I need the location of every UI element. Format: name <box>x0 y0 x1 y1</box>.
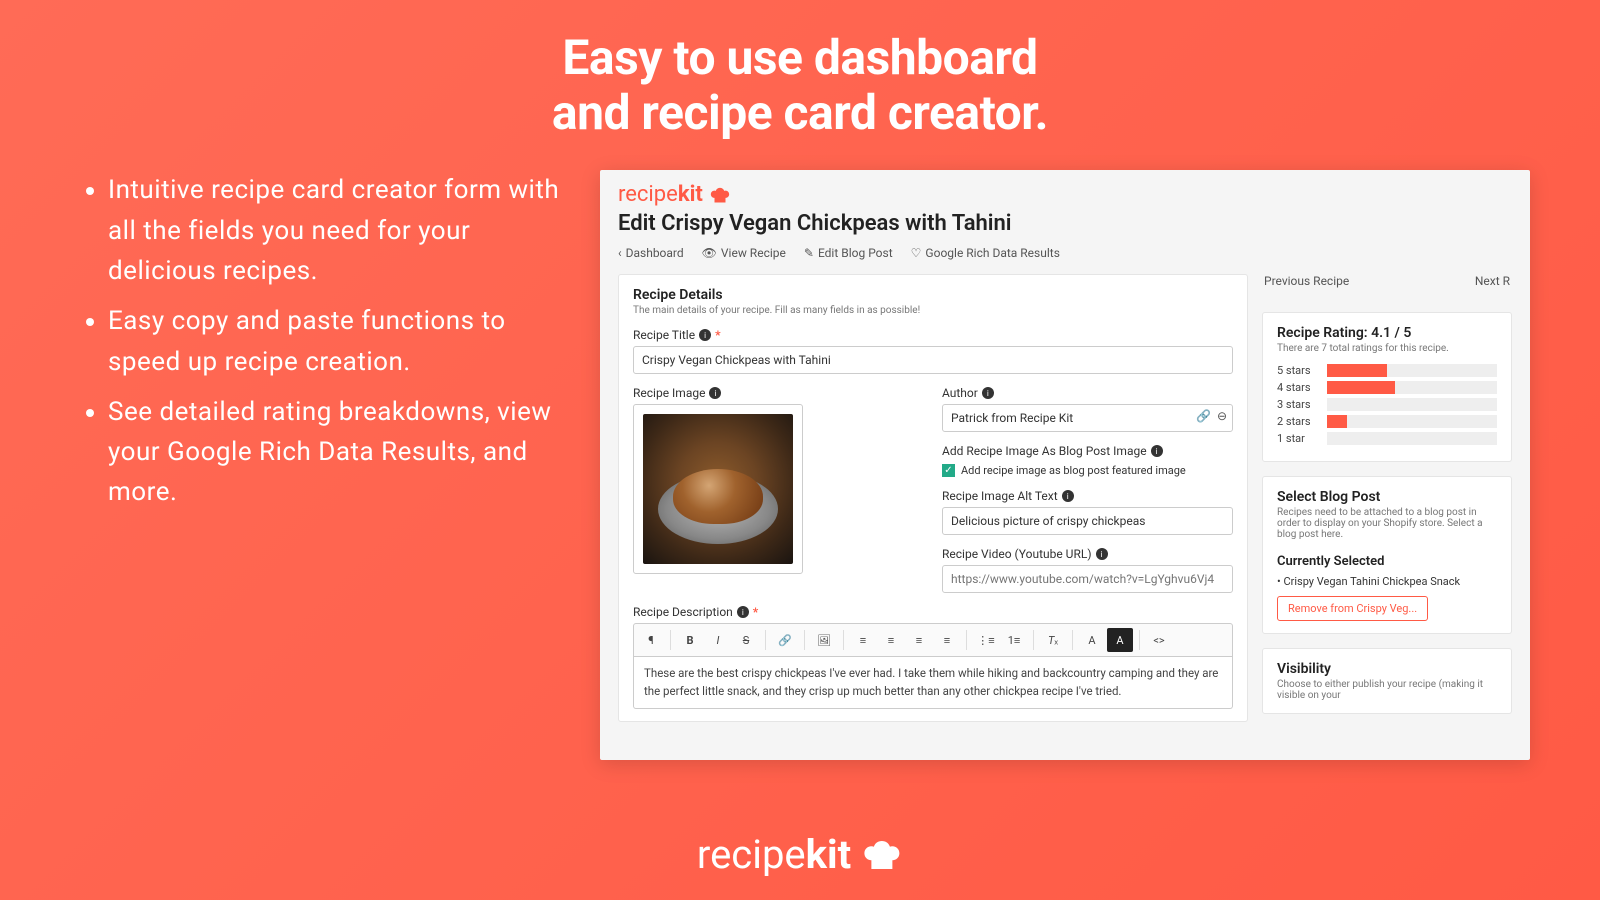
remove-blog-button[interactable]: Remove from Crispy Veg... <box>1277 596 1428 621</box>
info-icon[interactable]: i <box>1062 490 1074 502</box>
rte-bold[interactable]: B <box>677 628 703 652</box>
previous-recipe-link[interactable]: Previous Recipe <box>1264 274 1349 288</box>
rte-align-right[interactable]: ≡ <box>906 628 932 652</box>
recipe-title-input[interactable] <box>633 346 1233 374</box>
google-rich-link[interactable]: ♡Google Rich Data Results <box>911 246 1060 260</box>
rte-align-center[interactable]: ≡ <box>878 628 904 652</box>
info-icon[interactable]: i <box>982 387 994 399</box>
shield-icon: ♡ <box>911 246 922 260</box>
chef-hat-icon <box>861 837 903 873</box>
rating-panel: Recipe Rating: 4.1 / 5 There are 7 total… <box>1262 312 1512 462</box>
remove-icon[interactable]: ⊖ <box>1217 409 1227 423</box>
footer-logo: recipekit <box>697 831 903 878</box>
bullet-item: See detailed rating breakdowns, view you… <box>108 392 560 513</box>
info-icon[interactable]: i <box>737 606 749 618</box>
app-screenshot: recipekit Edit Crispy Vegan Chickpeas wi… <box>600 170 1530 760</box>
rating-row: 4 stars <box>1277 381 1497 394</box>
app-logo: recipekit <box>618 182 1512 207</box>
rating-row: 1 star <box>1277 432 1497 445</box>
video-url-input[interactable] <box>942 565 1233 593</box>
alt-text-input[interactable] <box>942 507 1233 535</box>
edit-blog-link[interactable]: ✎Edit Blog Post <box>804 246 893 260</box>
panel-heading: Recipe Details <box>633 287 1233 303</box>
next-recipe-link[interactable]: Next R <box>1475 274 1510 288</box>
chevron-left-icon: ‹ <box>618 246 622 260</box>
info-icon[interactable]: i <box>709 387 721 399</box>
panel-subtext: The main details of your recipe. Fill as… <box>633 305 1233 316</box>
rte-list-ul[interactable]: ⋮≡ <box>973 628 999 652</box>
bullet-item: Intuitive recipe card creator form with … <box>108 170 560 291</box>
rating-row: 3 stars <box>1277 398 1497 411</box>
food-image <box>643 414 793 564</box>
rte-list-ol[interactable]: 1≡ <box>1001 628 1027 652</box>
rte-strike[interactable]: S <box>733 628 759 652</box>
blog-panel: Select Blog Post Recipes need to be atta… <box>1262 476 1512 634</box>
rte-code[interactable]: <> <box>1146 628 1172 652</box>
eye-icon: 👁 <box>702 246 717 260</box>
visibility-panel: Visibility Choose to either publish your… <box>1262 648 1512 714</box>
rating-row: 5 stars <box>1277 364 1497 377</box>
bullet-item: Easy copy and paste functions to speed u… <box>108 301 560 382</box>
info-icon[interactable]: i <box>699 329 711 341</box>
hero-title: Easy to use dashboard and recipe card cr… <box>0 0 1600 140</box>
rte-image[interactable]: 🖼 <box>811 628 837 652</box>
description-editor[interactable]: These are the best crispy chickpeas I've… <box>633 657 1233 709</box>
rte-toolbar: ¶ B I S 🔗 🖼 ≡ ≡ <box>633 623 1233 657</box>
rte-align-justify[interactable]: ≡ <box>934 628 960 652</box>
rating-row: 2 stars <box>1277 415 1497 428</box>
view-recipe-link[interactable]: 👁View Recipe <box>702 246 786 260</box>
info-icon[interactable]: i <box>1151 445 1163 457</box>
chef-hat-icon <box>709 185 731 205</box>
feature-bullets: Intuitive recipe card creator form with … <box>80 170 560 760</box>
info-icon[interactable]: i <box>1096 548 1108 560</box>
pencil-icon: ✎ <box>804 246 814 260</box>
rte-clear[interactable]: Tₓ <box>1040 628 1066 652</box>
rte-italic[interactable]: I <box>705 628 731 652</box>
rte-align-left[interactable]: ≡ <box>850 628 876 652</box>
rte-color[interactable]: A <box>1107 628 1133 652</box>
recipe-image-preview[interactable] <box>633 404 803 574</box>
selected-blog-item: Crispy Vegan Tahini Chickpea Snack <box>1277 575 1497 588</box>
author-input[interactable] <box>942 404 1233 432</box>
link-icon[interactable]: 🔗 <box>1196 409 1211 423</box>
page-title: Edit Crispy Vegan Chickpeas with Tahini <box>618 211 1512 236</box>
rte-paragraph[interactable]: ¶ <box>638 628 664 652</box>
featured-image-checkbox[interactable]: ✓ <box>942 464 955 477</box>
rte-font[interactable]: A <box>1079 628 1105 652</box>
dashboard-link[interactable]: ‹Dashboard <box>618 246 684 260</box>
rte-link[interactable]: 🔗 <box>772 628 798 652</box>
recipe-details-panel: Recipe Details The main details of your … <box>618 274 1248 722</box>
